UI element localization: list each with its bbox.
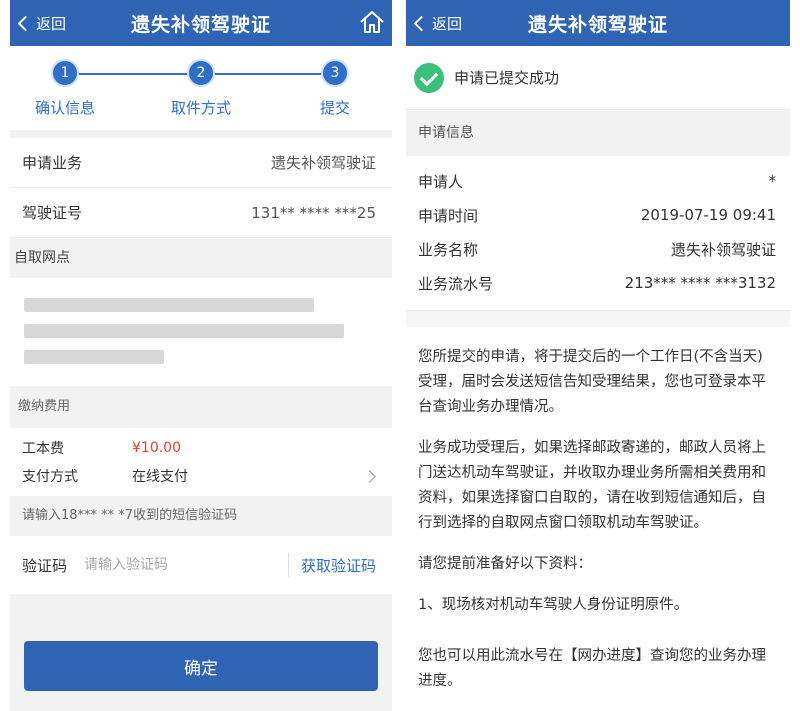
code-row: 验证码 获取验证码 (10, 536, 392, 594)
cost-row: 工本费 ¥10.00 (22, 434, 380, 462)
step-label: 取件方式 (170, 99, 231, 117)
header-bar: 返回 遗失补领驾驶证 (10, 0, 392, 46)
info-value: 2019-07-19 09:41 (640, 206, 776, 224)
confirm-button[interactable]: 确定 (24, 641, 378, 691)
info-row: 业务流水号 213*** **** ***3132 (406, 266, 790, 300)
home-icon[interactable] (358, 8, 386, 36)
payment-method-row[interactable]: 支付方式 在线支付 (22, 462, 380, 490)
business-label: 申请业务 (22, 154, 83, 172)
pickup-address[interactable] (10, 278, 392, 386)
note-paragraph: 您所提交的申请，将于提交后的一个工作日(不含当天)受理，届时会发送短信告知受理结… (418, 349, 766, 415)
code-label: 验证码 (22, 556, 68, 575)
redacted-text (24, 324, 344, 338)
redacted-text (24, 350, 164, 364)
info-label: 业务名称 (418, 240, 479, 259)
success-banner: 申请已提交成功 (406, 46, 790, 110)
info-label: 申请人 (418, 172, 464, 191)
back-label: 返回 (36, 14, 67, 33)
note-paragraph: 1、现场核对机动车驾驶人身份证明原件。 (418, 597, 689, 613)
step-1: 1 确认信息 (20, 59, 110, 118)
cost-label: 工本费 (22, 441, 64, 457)
get-code-button[interactable]: 获取验证码 (301, 555, 376, 576)
notes-panel: 您所提交的申请，将于提交后的一个工作日(不含当天)受理，届时会发送短信告知受理结… (406, 327, 790, 711)
info-row: 业务名称 遗失补领驾驶证 (406, 232, 790, 266)
info-row: 申请人 * (406, 164, 790, 198)
info-label: 申请时间 (418, 206, 479, 225)
back-button[interactable]: 返回 (16, 0, 66, 46)
info-value: 213*** **** ***3132 (624, 274, 776, 292)
cost-value: ¥10.00 (132, 440, 181, 456)
fee-title: 缴纳费用 (10, 386, 392, 428)
step-number: 2 (187, 59, 215, 87)
step-number: 1 (51, 59, 79, 87)
chevron-right-icon (363, 469, 376, 483)
step-number: 3 (321, 59, 349, 87)
note-paragraph: 您也可以用此流水号在【网办进度】查询您的业务办理进度。 (418, 648, 766, 689)
info-value: * (768, 172, 777, 190)
step-label: 提交 (319, 99, 350, 117)
step-3: 3 提交 (290, 59, 380, 118)
code-input[interactable] (84, 557, 254, 573)
pay-value: 在线支付 (132, 469, 188, 485)
pickup-title: 自取网点 (10, 238, 392, 278)
chevron-left-icon (17, 15, 34, 31)
info-row: 申请时间 2019-07-19 09:41 (406, 198, 790, 232)
business-value: 遗失补领驾驶证 (270, 154, 376, 172)
license-value: 131** **** ***25 (251, 203, 376, 222)
sms-hint: 请输入18*** ** *7收到的短信验证码 (10, 496, 392, 536)
success-screen: 返回 遗失补领驾驶证 申请已提交成功 申请信息 申请人 * 申请时间 2019-… (406, 0, 790, 711)
note-paragraph: 请您提前准备好以下资料： (418, 556, 592, 572)
redacted-text (24, 298, 314, 312)
step-label: 确认信息 (34, 99, 95, 117)
page-title: 遗失补领驾驶证 (130, 13, 271, 36)
chevron-left-icon (413, 15, 430, 31)
business-row: 申请业务 遗失补领驾驶证 (10, 138, 392, 188)
info-label: 业务流水号 (418, 274, 494, 293)
info-value: 遗失补领驾驶证 (670, 240, 776, 259)
divider (287, 553, 289, 577)
fee-panel: 工本费 ¥10.00 支付方式 在线支付 (10, 428, 392, 496)
confirm-screen: 返回 遗失补领驾驶证 1 确认信息 2 取件方式 3 提交 申请业务 遗失补领驾… (10, 0, 392, 711)
step-2: 2 取件方式 (156, 59, 246, 118)
note-paragraph: 业务成功受理后，如果选择邮政寄递的，邮政人员将上门送达机动车驾驶证，并收取办理业… (418, 440, 766, 531)
license-row: 驾驶证号 131** **** ***25 (10, 188, 392, 238)
info-panel: 申请人 * 申请时间 2019-07-19 09:41 业务名称 遗失补领驾驶证… (406, 156, 790, 311)
info-title: 申请信息 (406, 110, 790, 156)
pay-label: 支付方式 (22, 469, 78, 485)
header-bar: 返回 遗失补领驾驶证 (406, 0, 790, 46)
page-title: 遗失补领驾驶证 (527, 13, 668, 36)
license-label: 驾驶证号 (22, 204, 83, 222)
success-text: 申请已提交成功 (454, 69, 560, 87)
check-circle-icon (414, 62, 444, 93)
back-label: 返回 (432, 14, 463, 33)
step-progress: 1 确认信息 2 取件方式 3 提交 (10, 46, 392, 130)
back-button[interactable]: 返回 (412, 0, 462, 46)
